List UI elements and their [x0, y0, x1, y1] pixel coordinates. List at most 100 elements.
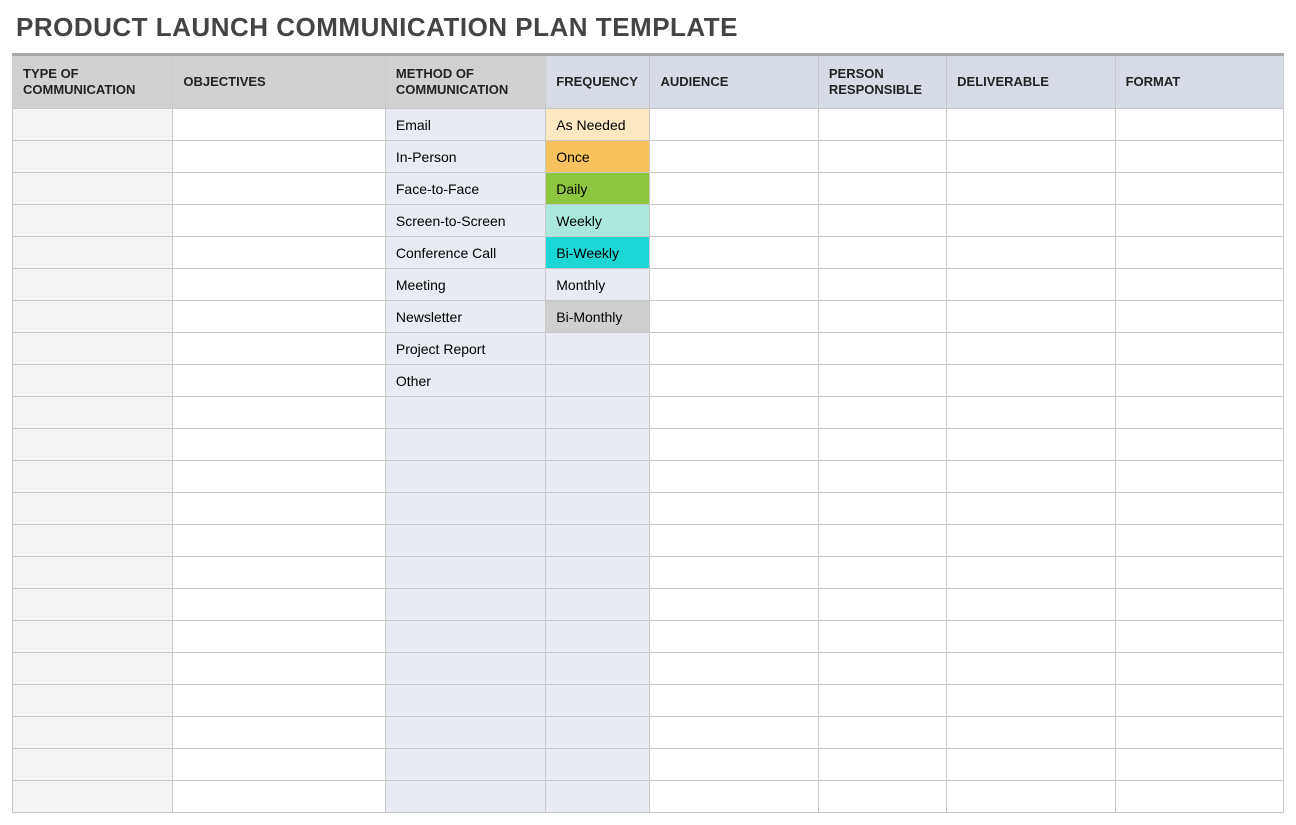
- cell-objectives[interactable]: [173, 749, 386, 781]
- cell-objectives[interactable]: [173, 621, 386, 653]
- cell-method[interactable]: [385, 525, 545, 557]
- cell-method[interactable]: Meeting: [385, 269, 545, 301]
- cell-method[interactable]: [385, 589, 545, 621]
- cell-audience[interactable]: [650, 301, 818, 333]
- cell-format[interactable]: [1115, 173, 1283, 205]
- cell-type[interactable]: [13, 429, 173, 461]
- cell-method[interactable]: [385, 749, 545, 781]
- cell-deliverable[interactable]: [947, 525, 1115, 557]
- cell-person[interactable]: [818, 109, 946, 141]
- cell-person[interactable]: [818, 461, 946, 493]
- cell-frequency[interactable]: [546, 749, 650, 781]
- cell-format[interactable]: [1115, 141, 1283, 173]
- cell-frequency[interactable]: [546, 557, 650, 589]
- cell-person[interactable]: [818, 557, 946, 589]
- cell-method[interactable]: Face-to-Face: [385, 173, 545, 205]
- cell-person[interactable]: [818, 365, 946, 397]
- cell-type[interactable]: [13, 269, 173, 301]
- cell-objectives[interactable]: [173, 109, 386, 141]
- cell-deliverable[interactable]: [947, 237, 1115, 269]
- cell-deliverable[interactable]: [947, 397, 1115, 429]
- cell-audience[interactable]: [650, 333, 818, 365]
- cell-type[interactable]: [13, 173, 173, 205]
- cell-format[interactable]: [1115, 621, 1283, 653]
- cell-frequency[interactable]: [546, 525, 650, 557]
- cell-format[interactable]: [1115, 461, 1283, 493]
- cell-type[interactable]: [13, 141, 173, 173]
- cell-deliverable[interactable]: [947, 717, 1115, 749]
- cell-frequency[interactable]: Bi-Monthly: [546, 301, 650, 333]
- cell-frequency[interactable]: Daily: [546, 173, 650, 205]
- cell-deliverable[interactable]: [947, 621, 1115, 653]
- cell-person[interactable]: [818, 621, 946, 653]
- cell-person[interactable]: [818, 685, 946, 717]
- cell-frequency[interactable]: [546, 461, 650, 493]
- cell-frequency[interactable]: [546, 493, 650, 525]
- cell-objectives[interactable]: [173, 237, 386, 269]
- cell-format[interactable]: [1115, 109, 1283, 141]
- cell-method[interactable]: Screen-to-Screen: [385, 205, 545, 237]
- cell-deliverable[interactable]: [947, 333, 1115, 365]
- cell-objectives[interactable]: [173, 173, 386, 205]
- cell-objectives[interactable]: [173, 653, 386, 685]
- cell-method[interactable]: Conference Call: [385, 237, 545, 269]
- cell-type[interactable]: [13, 237, 173, 269]
- cell-audience[interactable]: [650, 109, 818, 141]
- cell-format[interactable]: [1115, 333, 1283, 365]
- cell-frequency[interactable]: [546, 781, 650, 813]
- cell-format[interactable]: [1115, 365, 1283, 397]
- cell-objectives[interactable]: [173, 781, 386, 813]
- cell-audience[interactable]: [650, 205, 818, 237]
- cell-type[interactable]: [13, 717, 173, 749]
- cell-audience[interactable]: [650, 429, 818, 461]
- cell-type[interactable]: [13, 301, 173, 333]
- cell-method[interactable]: [385, 653, 545, 685]
- cell-person[interactable]: [818, 205, 946, 237]
- cell-audience[interactable]: [650, 749, 818, 781]
- cell-method[interactable]: [385, 397, 545, 429]
- cell-person[interactable]: [818, 333, 946, 365]
- cell-frequency[interactable]: Once: [546, 141, 650, 173]
- cell-format[interactable]: [1115, 589, 1283, 621]
- cell-type[interactable]: [13, 589, 173, 621]
- cell-objectives[interactable]: [173, 685, 386, 717]
- cell-deliverable[interactable]: [947, 749, 1115, 781]
- cell-type[interactable]: [13, 781, 173, 813]
- cell-type[interactable]: [13, 749, 173, 781]
- cell-deliverable[interactable]: [947, 141, 1115, 173]
- cell-format[interactable]: [1115, 301, 1283, 333]
- cell-person[interactable]: [818, 749, 946, 781]
- cell-person[interactable]: [818, 525, 946, 557]
- cell-method[interactable]: [385, 461, 545, 493]
- cell-frequency[interactable]: [546, 365, 650, 397]
- cell-objectives[interactable]: [173, 365, 386, 397]
- cell-frequency[interactable]: [546, 653, 650, 685]
- cell-method[interactable]: [385, 685, 545, 717]
- cell-method[interactable]: [385, 621, 545, 653]
- cell-format[interactable]: [1115, 781, 1283, 813]
- cell-type[interactable]: [13, 493, 173, 525]
- cell-objectives[interactable]: [173, 717, 386, 749]
- cell-audience[interactable]: [650, 269, 818, 301]
- cell-objectives[interactable]: [173, 557, 386, 589]
- cell-audience[interactable]: [650, 781, 818, 813]
- cell-method[interactable]: Other: [385, 365, 545, 397]
- cell-frequency[interactable]: [546, 621, 650, 653]
- cell-person[interactable]: [818, 589, 946, 621]
- cell-audience[interactable]: [650, 173, 818, 205]
- cell-audience[interactable]: [650, 685, 818, 717]
- cell-deliverable[interactable]: [947, 429, 1115, 461]
- cell-frequency[interactable]: [546, 397, 650, 429]
- cell-format[interactable]: [1115, 397, 1283, 429]
- cell-audience[interactable]: [650, 653, 818, 685]
- cell-deliverable[interactable]: [947, 557, 1115, 589]
- cell-objectives[interactable]: [173, 397, 386, 429]
- cell-objectives[interactable]: [173, 429, 386, 461]
- cell-person[interactable]: [818, 653, 946, 685]
- cell-audience[interactable]: [650, 621, 818, 653]
- cell-type[interactable]: [13, 525, 173, 557]
- cell-person[interactable]: [818, 717, 946, 749]
- cell-audience[interactable]: [650, 365, 818, 397]
- cell-deliverable[interactable]: [947, 269, 1115, 301]
- cell-type[interactable]: [13, 557, 173, 589]
